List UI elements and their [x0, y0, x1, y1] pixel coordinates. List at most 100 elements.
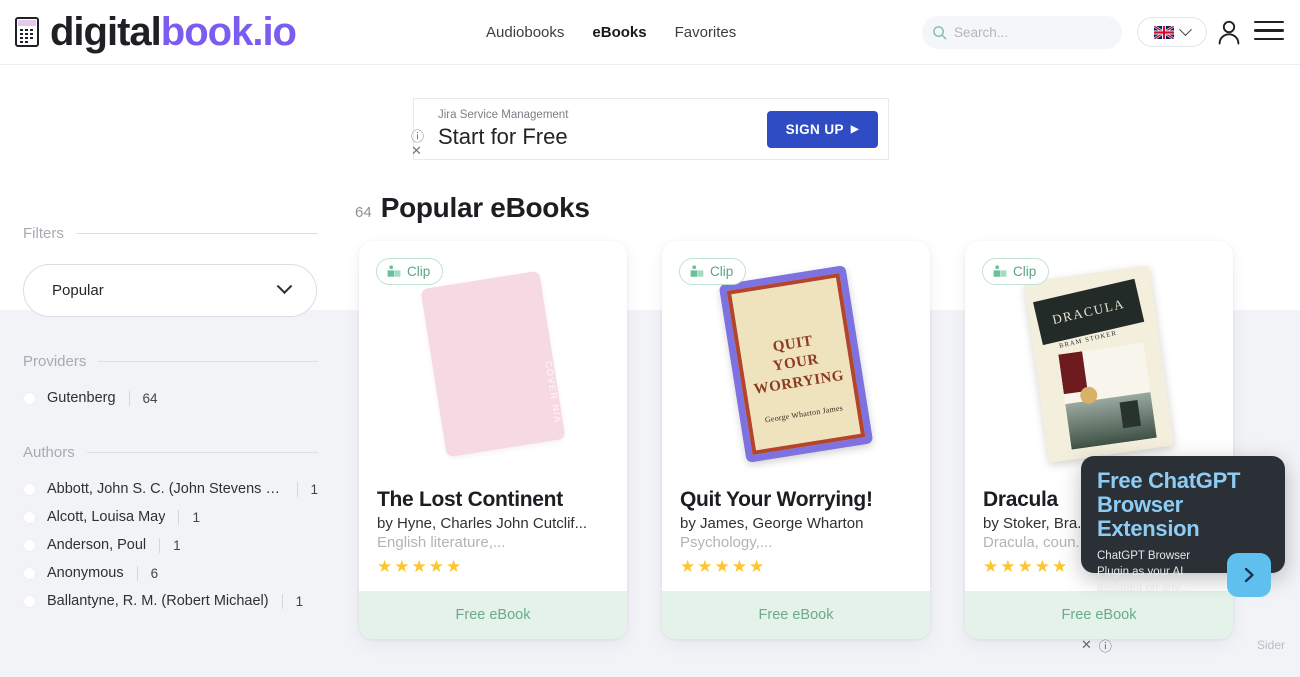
star-icon: ★	[428, 557, 444, 576]
star-icon: ★	[1052, 557, 1068, 576]
cover-image: QUIT YOUR WORRYING George Wharton James	[718, 264, 874, 463]
page-title: Popular eBooks	[380, 192, 590, 223]
sider-ad-popup[interactable]: Free ChatGPT Browser Extension ChatGPT B…	[1081, 456, 1285, 597]
clip-icon	[690, 265, 704, 278]
sider-close-icon[interactable]: ✕	[1081, 637, 1092, 653]
star-icon: ★	[714, 557, 730, 576]
nav-item-audiobooks[interactable]: Audiobooks	[486, 24, 564, 41]
page-title-row: 64 Popular eBooks	[355, 192, 590, 224]
divider	[281, 593, 283, 609]
book-subject: Psychology,...	[680, 534, 773, 551]
clip-button[interactable]: Clip	[376, 258, 444, 285]
ad-banner-jira[interactable]: Jira Service Management Start for Free S…	[413, 98, 889, 160]
sider-ad-controls: ✕ ⓘ Sider	[1081, 636, 1285, 654]
sider-ad-cta-button[interactable]	[1227, 552, 1271, 597]
divider	[75, 233, 318, 234]
filter-option-author[interactable]: Ballantyne, R. M. (Robert Michael) 1	[23, 587, 318, 615]
divider	[296, 481, 298, 497]
star-icon: ★	[749, 557, 765, 576]
free-ebook-label: Free eBook	[758, 607, 834, 623]
filter-count: 1	[192, 509, 200, 525]
filters-title: Filters	[23, 225, 64, 242]
clip-button[interactable]: Clip	[679, 258, 747, 285]
ad-banner-kicker: Jira Service Management	[438, 108, 569, 121]
site-header: digitalbook.io Audiobooks eBooks Favorit…	[0, 0, 1300, 65]
filter-label: Anderson, Poul	[47, 537, 147, 553]
chevron-right-icon	[1244, 567, 1254, 583]
ad-signup-arrow-icon: ▶	[850, 123, 859, 135]
providers-list: Gutenberg 64	[23, 384, 318, 412]
sort-select[interactable]: Popular	[23, 264, 317, 317]
checkbox-icon[interactable]	[23, 391, 36, 405]
chevron-down-icon	[276, 278, 293, 295]
star-icon: ★	[983, 557, 999, 576]
logo-text-secondary: book.io	[160, 10, 297, 54]
free-ebook-button[interactable]: Free eBook	[965, 591, 1233, 639]
search-icon	[932, 25, 947, 40]
nav-item-favorites[interactable]: Favorites	[675, 24, 737, 41]
star-icon: ★	[697, 557, 713, 576]
filter-count: 1	[295, 593, 304, 609]
cover-placeholder: COVER N/A	[420, 270, 566, 457]
book-logo-icon	[14, 16, 42, 48]
ad-banner-text: Jira Service Management Start for Free	[414, 108, 767, 150]
filter-label: Gutenberg	[47, 390, 116, 406]
ad-signup-button[interactable]: SIGN UP ▶	[766, 110, 878, 148]
book-title: Quit Your Worrying!	[680, 488, 873, 511]
filter-option-author[interactable]: Abbott, John S. C. (John Stevens Ca... 1	[23, 475, 318, 503]
user-icon[interactable]	[1216, 18, 1242, 46]
filter-count: 64	[142, 390, 158, 406]
filter-count: 6	[150, 565, 159, 581]
filter-label: Abbott, John S. C. (John Stevens Ca...	[47, 481, 284, 497]
hamburger-menu-icon[interactable]	[1254, 21, 1284, 41]
cover-image: DRACULA BRAM STOKER	[1023, 264, 1175, 463]
free-ebook-button[interactable]: Free eBook	[359, 591, 627, 639]
language-selector[interactable]	[1137, 17, 1207, 47]
filter-count: 1	[310, 481, 318, 497]
filter-option-gutenberg[interactable]: Gutenberg 64	[23, 384, 318, 412]
ad-signup-label: SIGN UP	[785, 121, 844, 137]
site-logo[interactable]: digitalbook.io	[14, 10, 297, 54]
nav-item-ebooks[interactable]: eBooks	[592, 24, 646, 41]
star-icon: ★	[394, 557, 410, 576]
book-subject: English literature,...	[377, 534, 506, 551]
results-count: 64	[355, 204, 372, 221]
book-card[interactable]: Clip QUIT YOUR WORRYING George Wharton J…	[662, 241, 930, 639]
star-icon: ★	[680, 557, 696, 576]
free-ebook-button[interactable]: Free eBook	[662, 591, 930, 639]
filter-label: Anonymous	[47, 565, 124, 581]
book-author: by James, George Wharton	[680, 515, 864, 532]
search-input[interactable]	[954, 25, 1131, 40]
cover-author-text: George Wharton James	[764, 402, 844, 424]
ad-banner-headline: Start for Free	[438, 123, 568, 149]
checkbox-icon[interactable]	[23, 510, 36, 524]
filter-option-author[interactable]: Alcott, Louisa May 1	[23, 503, 318, 531]
sider-ad-description: ChatGPT Browser Plugin as your AI assist…	[1097, 550, 1191, 594]
free-ebook-label: Free eBook	[455, 607, 531, 623]
sider-ad-headline: Free ChatGPT Browser Extension	[1097, 468, 1241, 541]
providers-title: Providers	[23, 353, 87, 370]
filter-option-author[interactable]: Anonymous 6	[23, 559, 318, 587]
sider-brand-label: Sider	[1256, 638, 1285, 652]
logo-text-primary: digital	[50, 10, 162, 54]
clip-label: Clip	[407, 264, 431, 279]
cover-title-text: DRACULA	[1050, 295, 1127, 327]
filter-option-author[interactable]: Anderson, Poul 1	[23, 531, 318, 559]
checkbox-icon[interactable]	[23, 538, 36, 552]
checkbox-icon[interactable]	[23, 482, 36, 496]
book-rating-stars: ★ ★ ★ ★ ★	[377, 558, 609, 575]
sort-select-value: Popular	[52, 282, 104, 299]
divider	[159, 537, 161, 553]
divider	[86, 452, 318, 453]
sider-info-icon[interactable]: ⓘ	[1099, 636, 1112, 655]
ad-close-icon[interactable]: ✕	[411, 143, 422, 159]
chevron-down-icon	[1179, 22, 1192, 36]
uk-flag-icon	[1154, 25, 1174, 39]
free-ebook-label: Free eBook	[1061, 607, 1137, 623]
book-author: by Hyne, Charles John Cutclif...	[377, 515, 588, 532]
clip-button[interactable]: Clip	[982, 258, 1050, 285]
search-box[interactable]: ✕	[922, 16, 1151, 49]
checkbox-icon[interactable]	[23, 566, 36, 580]
checkbox-icon[interactable]	[23, 594, 36, 608]
book-card[interactable]: Clip COVER N/A The Lost Continent by Hyn…	[359, 241, 627, 639]
